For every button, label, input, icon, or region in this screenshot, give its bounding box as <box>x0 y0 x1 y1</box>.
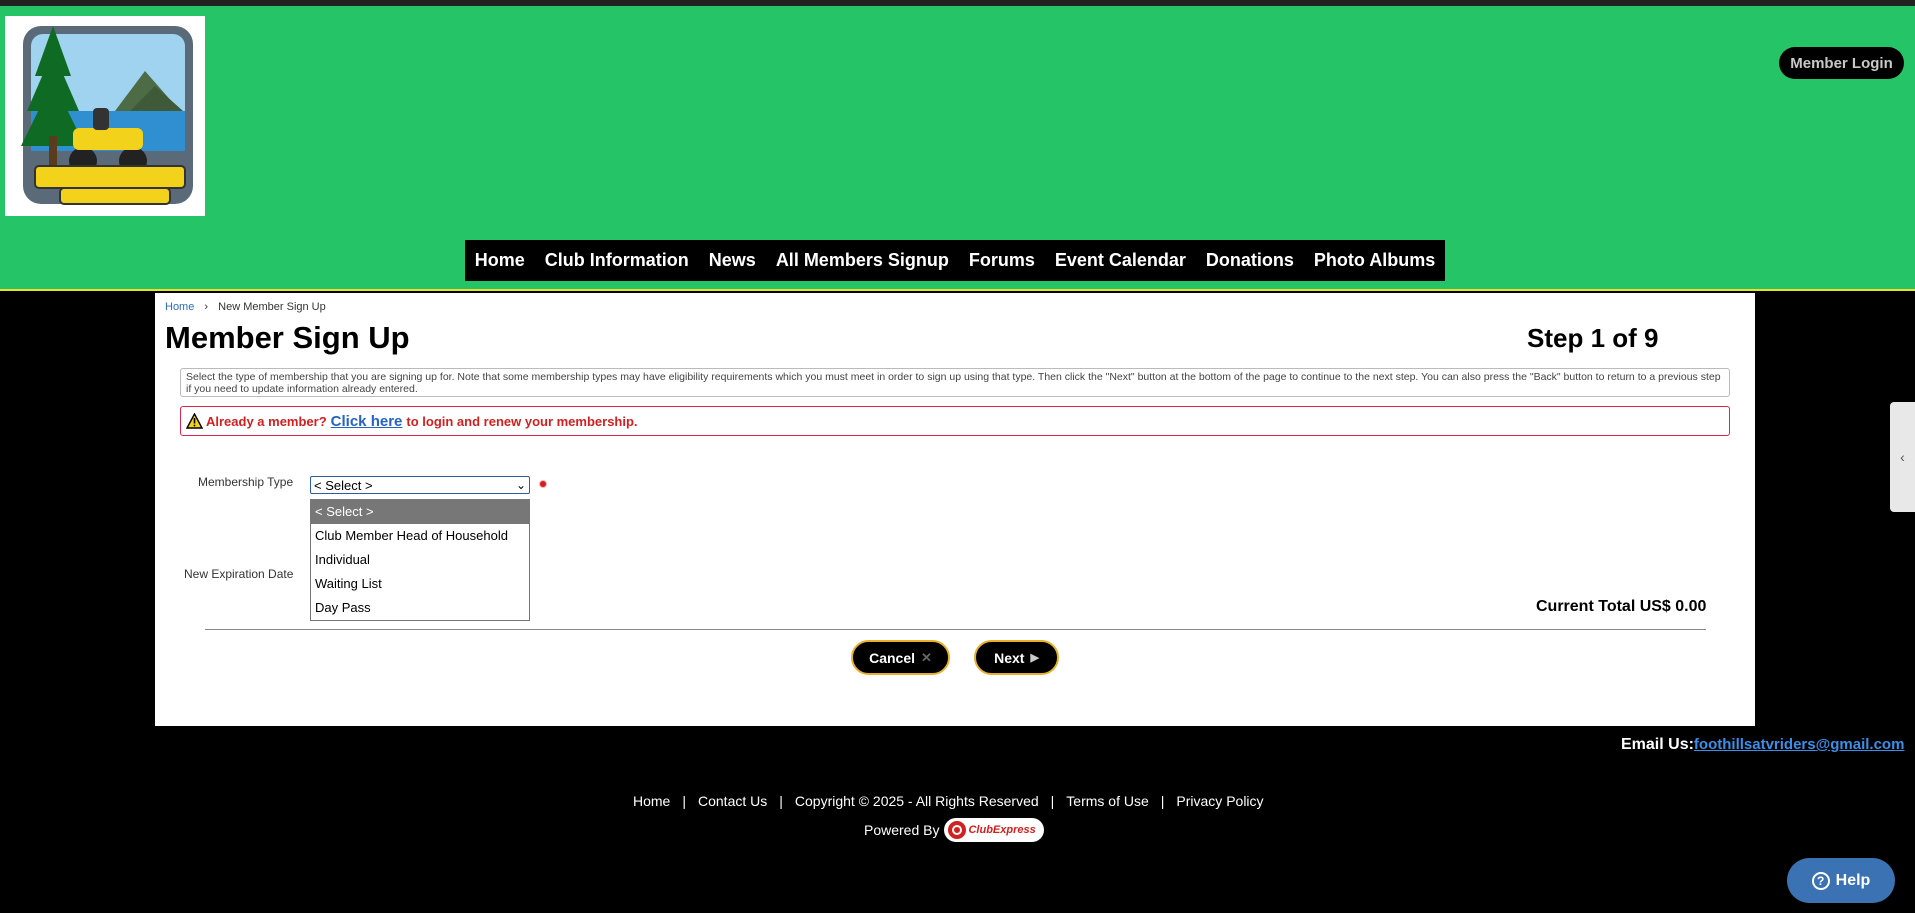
powered-by: Powered By ClubExpress <box>864 818 1045 842</box>
next-label: Next <box>994 649 1025 666</box>
nav-club-information[interactable]: Club Information <box>535 250 699 271</box>
alert-prefix: Already a member? <box>206 413 327 429</box>
email-us: Email Us:foothillsatvriders@gmail.com <box>1621 736 1904 754</box>
nav-all-members-signup[interactable]: All Members Signup <box>766 250 959 271</box>
clubexpress-icon <box>948 821 967 839</box>
already-member-alert: Already a member? Click here to login an… <box>180 406 1730 436</box>
nav-event-calendar[interactable]: Event Calendar <box>1045 250 1196 271</box>
footer-home-link[interactable]: Home <box>633 793 670 809</box>
page-title: Member Sign Up <box>165 320 410 355</box>
current-total: Current Total US$ 0.00 <box>1536 598 1707 615</box>
chevron-left-icon: ‹ <box>1900 449 1905 465</box>
next-button[interactable]: Next ▶ <box>974 640 1059 675</box>
clubexpress-logo[interactable]: ClubExpress <box>944 818 1045 842</box>
cancel-label: Cancel <box>869 649 915 666</box>
help-button[interactable]: ? Help <box>1787 858 1895 903</box>
option-waiting-list[interactable]: Waiting List <box>311 572 529 596</box>
nav-home[interactable]: Home <box>465 250 535 271</box>
close-icon: ✕ <box>921 649 932 665</box>
footer-terms-link[interactable]: Terms of Use <box>1066 793 1148 809</box>
footer-contact-link[interactable]: Contact Us <box>698 793 767 809</box>
nav-forums[interactable]: Forums <box>959 250 1045 271</box>
chevron-down-icon: ⌄ <box>515 478 526 492</box>
nav-donations[interactable]: Donations <box>1196 250 1304 271</box>
side-panel-toggle[interactable]: ‹ <box>1890 402 1915 512</box>
member-login-button[interactable]: Member Login <box>1779 47 1904 79</box>
required-indicator-icon <box>539 480 547 488</box>
email-link[interactable]: foothillsatvriders@gmail.com <box>1694 736 1905 753</box>
breadcrumb-current: New Member Sign Up <box>218 301 326 313</box>
footer-links: Home | Contact Us | Copyright © 2025 - A… <box>633 793 1264 809</box>
breadcrumb: Home › New Member Sign Up <box>165 301 326 313</box>
email-label: Email Us: <box>1621 736 1694 753</box>
footer-separator: | <box>1160 793 1165 809</box>
step-indicator: Step 1 of 9 <box>1527 323 1659 353</box>
divider <box>205 629 1706 630</box>
instructions-box: Select the type of membership that you a… <box>180 368 1730 397</box>
selected-value: < Select > <box>314 477 373 493</box>
alert-suffix: to login and renew your membership. <box>406 413 638 429</box>
site-header: Member Login Home Club Information News … <box>0 6 1915 291</box>
membership-type-options: < Select > Club Member Head of Household… <box>310 499 530 621</box>
footer-separator: | <box>1050 793 1055 809</box>
footer-copyright: Copyright © 2025 - All Rights Reserved <box>794 793 1039 809</box>
warning-icon <box>186 413 203 429</box>
option-select[interactable]: < Select > <box>311 500 529 524</box>
footer-privacy-link[interactable]: Privacy Policy <box>1176 793 1263 809</box>
main-content: Home › New Member Sign Up Member Sign Up… <box>155 293 1755 726</box>
clubexpress-text: ClubExpress <box>968 824 1036 836</box>
cancel-button[interactable]: Cancel ✕ <box>851 640 950 675</box>
breadcrumb-home-link[interactable]: Home <box>165 301 194 313</box>
membership-type-label: Membership Type <box>198 475 294 489</box>
footer-separator: | <box>682 793 686 809</box>
footer-separator: | <box>779 793 783 809</box>
question-icon: ? <box>1811 871 1830 890</box>
play-arrow-icon: ▶ <box>1030 652 1039 664</box>
powered-by-label: Powered By <box>864 822 940 838</box>
membership-type-select[interactable]: < Select > ⌄ <box>310 476 530 494</box>
expiration-date-label: New Expiration Date <box>184 567 294 581</box>
main-nav: Home Club Information News All Members S… <box>465 240 1445 281</box>
nav-photo-albums[interactable]: Photo Albums <box>1304 250 1445 271</box>
breadcrumb-separator: › <box>204 301 209 313</box>
nav-news[interactable]: News <box>699 250 766 271</box>
option-individual[interactable]: Individual <box>311 548 529 572</box>
option-head-of-household[interactable]: Club Member Head of Household <box>311 524 529 548</box>
login-renew-link[interactable]: Click here <box>331 413 403 430</box>
help-label: Help <box>1835 871 1871 889</box>
club-logo[interactable] <box>5 16 205 216</box>
option-day-pass[interactable]: Day Pass <box>311 596 529 620</box>
